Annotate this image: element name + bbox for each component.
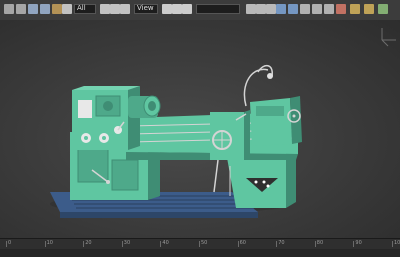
align-icon[interactable] bbox=[288, 4, 298, 14]
material-editor-icon[interactable] bbox=[336, 4, 346, 14]
select-object-icon[interactable] bbox=[62, 4, 72, 14]
status-bar bbox=[0, 249, 400, 257]
brake-rod bbox=[213, 159, 219, 193]
timeline-tick-label: 50 bbox=[201, 240, 208, 246]
timeline-tick bbox=[83, 241, 85, 247]
timeline-tick-label: 100 bbox=[394, 240, 400, 246]
perspective-viewport[interactable] bbox=[0, 20, 400, 238]
render-production-icon[interactable] bbox=[378, 4, 388, 14]
handwheel-icon[interactable] bbox=[212, 130, 232, 150]
timeline-tick-label: 30 bbox=[123, 240, 131, 246]
lathe-tailstock[interactable] bbox=[250, 96, 302, 146]
timeline-tick bbox=[199, 241, 200, 247]
speed-dial-icon[interactable] bbox=[81, 133, 91, 143]
timeline-tick-label: 20 bbox=[85, 240, 92, 246]
mirror-icon[interactable] bbox=[276, 4, 286, 14]
named-selection-dropdown[interactable] bbox=[196, 4, 240, 14]
render-setup-icon[interactable] bbox=[350, 4, 360, 14]
spindle-chuck[interactable] bbox=[128, 95, 161, 118]
select-move-icon[interactable] bbox=[162, 4, 172, 14]
window-crossing-icon[interactable] bbox=[120, 4, 130, 14]
timeline-tick-label: 40 bbox=[162, 240, 169, 246]
timeline-tick bbox=[276, 241, 278, 247]
timeline-tick bbox=[121, 241, 123, 247]
snap-toggle-icon[interactable] bbox=[246, 4, 256, 14]
timeline-tick bbox=[237, 241, 239, 247]
timeline-tick-label: 90 bbox=[355, 240, 362, 246]
select-scale-icon[interactable] bbox=[182, 4, 192, 14]
reference-coordinate-dropdown[interactable]: View bbox=[134, 4, 158, 14]
timeline-tick-label: 10 bbox=[46, 240, 53, 246]
3ds-max-window: All View 0 10 20 30 40 50 60 70 80 90 10 bbox=[0, 0, 400, 257]
timeline-tick-label: 0 bbox=[8, 240, 12, 246]
select-rotate-icon[interactable] bbox=[172, 4, 182, 14]
rendered-frame-icon[interactable] bbox=[364, 4, 374, 14]
undo-icon[interactable] bbox=[4, 4, 14, 14]
rect-selection-icon[interactable] bbox=[110, 4, 120, 14]
work-lamp[interactable] bbox=[243, 64, 273, 107]
lathe-model-scene bbox=[50, 28, 396, 218]
main-toolbar: All View bbox=[0, 0, 400, 21]
feed-dial-icon[interactable] bbox=[99, 133, 109, 143]
viewcube-icon[interactable] bbox=[381, 28, 396, 47]
lathe-carriage[interactable] bbox=[210, 110, 250, 160]
redo-icon[interactable] bbox=[16, 4, 26, 14]
percent-snap-icon[interactable] bbox=[266, 4, 276, 14]
angle-snap-icon[interactable] bbox=[256, 4, 266, 14]
schematic-view-icon[interactable] bbox=[324, 4, 334, 14]
timeline-tick bbox=[44, 241, 46, 247]
timeline-tick bbox=[160, 241, 162, 247]
timeline-tick-label: 70 bbox=[278, 240, 285, 246]
timeline-tick bbox=[392, 241, 393, 247]
timeline-tick-label: 80 bbox=[316, 240, 324, 246]
select-by-name-icon[interactable] bbox=[100, 4, 110, 14]
control-panel-label bbox=[78, 100, 92, 118]
bind-space-warp-icon[interactable] bbox=[52, 4, 62, 14]
link-icon[interactable] bbox=[28, 4, 38, 14]
layer-manager-icon[interactable] bbox=[300, 4, 310, 14]
lathe-headstock[interactable] bbox=[72, 86, 140, 150]
timeline-tick-label: 60 bbox=[239, 240, 246, 246]
selection-filter-dropdown[interactable]: All bbox=[74, 4, 96, 14]
timeline-tick bbox=[314, 241, 316, 247]
timeline-tick bbox=[353, 241, 355, 247]
unlink-icon[interactable] bbox=[40, 4, 50, 14]
selection-filter-value: All bbox=[77, 4, 86, 12]
timeline-tick bbox=[6, 241, 7, 247]
reference-coordinate-value: View bbox=[137, 4, 154, 12]
curve-editor-icon[interactable] bbox=[312, 4, 322, 14]
